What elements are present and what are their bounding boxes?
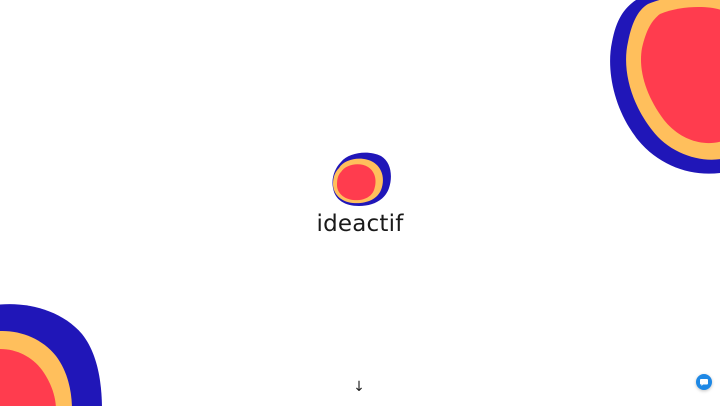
chat-widget-button[interactable] [696, 374, 712, 390]
decorative-blob-top-right [610, 0, 720, 174]
brand-logo[interactable]: ideactif [310, 150, 410, 245]
decorative-blob-bottom-left [0, 304, 102, 406]
ideactif-logo-icon [332, 152, 391, 206]
brand-name: ideactif [316, 211, 404, 237]
scroll-down-arrow-icon[interactable]: ↓ [352, 378, 366, 396]
chat-bubble-icon [700, 378, 708, 386]
landing-page: ideactif ↓ [0, 0, 720, 406]
